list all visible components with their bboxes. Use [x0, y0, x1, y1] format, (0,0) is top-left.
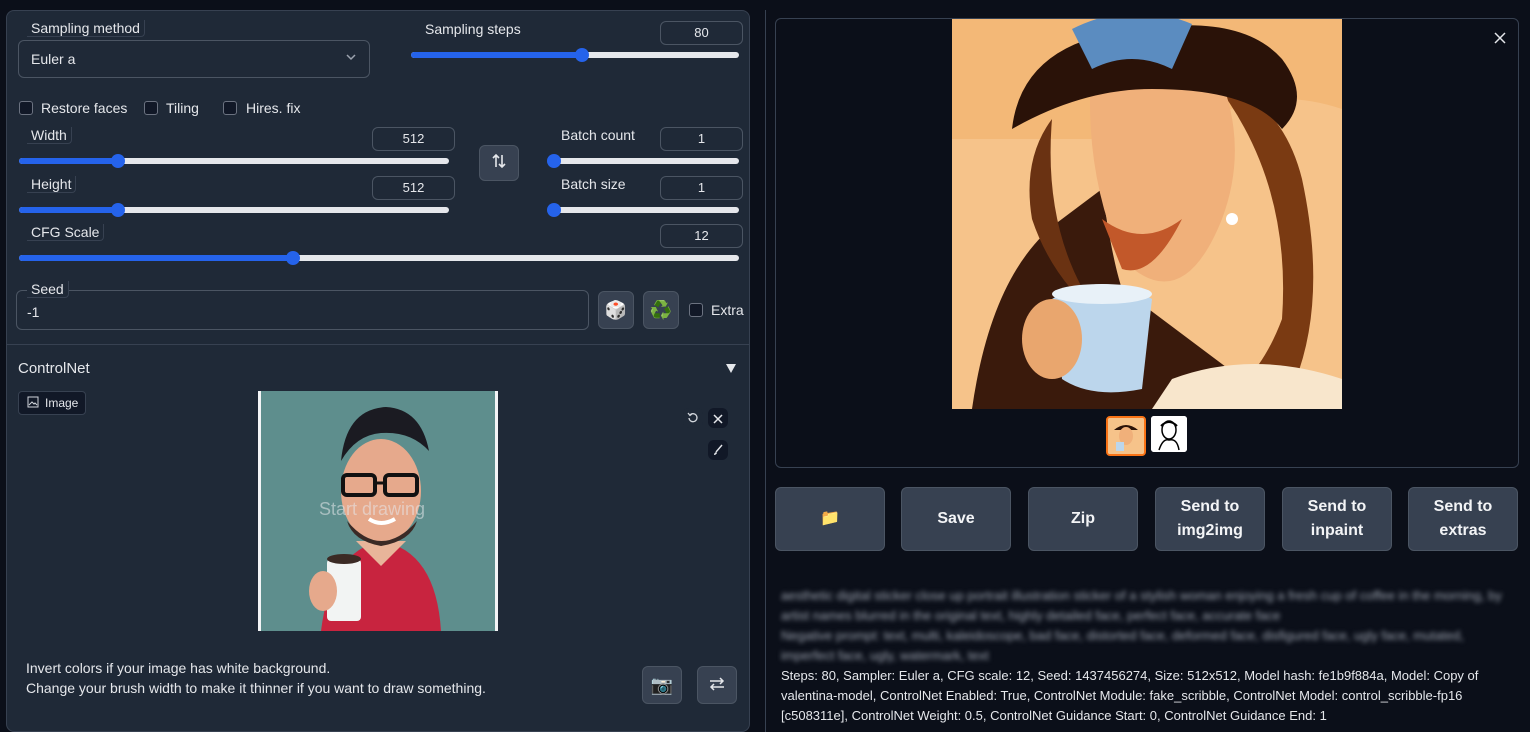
- batch-count-input[interactable]: 1: [660, 127, 743, 151]
- zip-button[interactable]: Zip: [1028, 487, 1138, 551]
- folder-icon: 📁: [820, 510, 840, 527]
- cfg-scale-slider[interactable]: [19, 251, 739, 265]
- generation-params-text: Steps: 80, Sampler: Euler a, CFG scale: …: [781, 668, 1479, 723]
- extra-seed-checkbox[interactable]: [689, 303, 703, 317]
- clear-canvas-button[interactable]: [708, 408, 728, 428]
- slider-thumb[interactable]: [285, 251, 300, 265]
- output-gallery: [775, 18, 1519, 468]
- cfg-scale-label: CFG Scale: [27, 224, 105, 241]
- generation-settings-panel: Euler a Sampling method Sampling steps 8…: [6, 10, 750, 732]
- controlnet-title: ControlNet: [18, 360, 90, 377]
- sampling-steps-input[interactable]: 80: [660, 21, 743, 45]
- generation-info: aesthetic digital sticker close up portr…: [781, 586, 1516, 726]
- brush-icon: [712, 440, 724, 461]
- batch-size-slider[interactable]: [547, 203, 739, 217]
- close-icon[interactable]: [1494, 31, 1506, 49]
- image-icon: [27, 396, 39, 411]
- hires-fix-checkbox[interactable]: [223, 101, 237, 115]
- cfg-scale-input[interactable]: 12: [660, 224, 743, 248]
- controlnet-input-canvas[interactable]: Start drawing: [258, 391, 498, 631]
- image-tab-label: Image: [45, 396, 79, 410]
- height-label: Height: [27, 176, 77, 193]
- camera-icon: 📷: [650, 674, 674, 695]
- slider-thumb[interactable]: [547, 203, 561, 217]
- collapse-triangle-icon[interactable]: [725, 361, 737, 379]
- open-folder-button[interactable]: 📁: [775, 487, 885, 551]
- close-icon: [713, 408, 723, 429]
- controlnet-info-text: Invert colors if your image has white ba…: [26, 658, 486, 698]
- height-slider[interactable]: [19, 203, 449, 217]
- blurred-prompt-line: imperfect face, ugly, watermark, text: [781, 648, 989, 663]
- batch-count-slider[interactable]: [547, 154, 739, 168]
- send-to-img2img-label: Send to img2img: [1177, 498, 1243, 539]
- seed-value: -1: [27, 304, 40, 320]
- random-seed-button[interactable]: 🎲: [598, 291, 634, 329]
- blurred-prompt-line: artist names blurred in the original tex…: [781, 608, 1281, 623]
- swap-vertical-icon: [490, 152, 508, 175]
- canvas-hint-text: Start drawing: [319, 499, 426, 519]
- width-input[interactable]: 512: [372, 127, 455, 151]
- sampling-steps-label: Sampling steps: [425, 21, 521, 37]
- info-line-2: Change your brush width to make it thinn…: [26, 680, 486, 696]
- width-slider[interactable]: [19, 154, 449, 168]
- recycle-icon: ♻️: [649, 299, 673, 320]
- restore-faces-label: Restore faces: [41, 100, 128, 116]
- chevron-down-icon: [345, 50, 357, 68]
- seed-label: Seed: [27, 281, 69, 298]
- slider-thumb[interactable]: [547, 154, 561, 168]
- tiling-checkbox[interactable]: [144, 101, 158, 115]
- batch-count-label: Batch count: [561, 127, 635, 143]
- blurred-prompt-line: aesthetic digital sticker close up portr…: [781, 588, 1502, 603]
- sampling-method-value: Euler a: [31, 51, 76, 67]
- save-button[interactable]: Save: [901, 487, 1011, 551]
- controlnet-section: ControlNet Image Start drawing Invert co…: [7, 344, 749, 732]
- batch-size-label: Batch size: [561, 176, 626, 192]
- dice-icon: 🎲: [604, 299, 628, 320]
- send-to-inpaint-label: Send to inpaint: [1307, 498, 1367, 539]
- swap-image-button[interactable]: [697, 666, 737, 704]
- undo-icon: [687, 411, 699, 426]
- slider-thumb[interactable]: [110, 203, 125, 217]
- zip-button-label: Zip: [1071, 510, 1095, 527]
- swap-dimensions-button[interactable]: [479, 145, 519, 181]
- send-to-inpaint-button[interactable]: Send to inpaint: [1282, 487, 1392, 551]
- info-line-1: Invert colors if your image has white ba…: [26, 660, 331, 676]
- send-to-extras-button[interactable]: Send to extras: [1408, 487, 1518, 551]
- reuse-seed-button[interactable]: ♻️: [643, 291, 679, 329]
- save-button-label: Save: [937, 510, 975, 527]
- height-input[interactable]: 512: [372, 176, 455, 200]
- output-panel: 📁 Save Zip Send to img2img Send to inpai…: [765, 10, 1530, 732]
- slider-thumb[interactable]: [574, 48, 589, 62]
- thumbnail-scribble[interactable]: [1151, 416, 1187, 452]
- webcam-button[interactable]: 📷: [642, 666, 682, 704]
- restore-faces-checkbox[interactable]: [19, 101, 33, 115]
- blurred-prompt-line: Negative prompt: text, multi, kaleidosco…: [781, 628, 1464, 643]
- width-label: Width: [27, 127, 72, 144]
- generated-portrait-image[interactable]: [952, 19, 1342, 409]
- brush-button[interactable]: [708, 440, 728, 460]
- sampling-steps-slider[interactable]: [411, 48, 739, 62]
- hires-fix-label: Hires. fix: [246, 100, 301, 116]
- tiling-label: Tiling: [166, 100, 199, 116]
- extra-seed-label: Extra: [711, 302, 744, 318]
- slider-thumb[interactable]: [110, 154, 125, 168]
- image-tab[interactable]: Image: [18, 391, 86, 415]
- send-to-img2img-button[interactable]: Send to img2img: [1155, 487, 1265, 551]
- undo-button[interactable]: [683, 408, 703, 428]
- swap-horizontal-icon: [708, 675, 726, 696]
- sampling-method-label: Sampling method: [27, 20, 145, 37]
- send-to-extras-label: Send to extras: [1433, 498, 1493, 539]
- batch-size-input[interactable]: 1: [660, 176, 743, 200]
- seed-input[interactable]: -1: [16, 290, 589, 330]
- sampling-method-dropdown[interactable]: Euler a: [18, 40, 370, 78]
- thumbnail-selected[interactable]: [1106, 416, 1146, 456]
